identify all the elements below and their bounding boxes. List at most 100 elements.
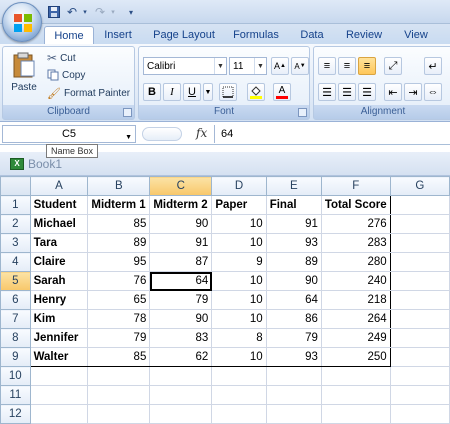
cell-e6[interactable]: 64 bbox=[265, 290, 322, 310]
cell-c5[interactable]: 64 bbox=[149, 271, 213, 291]
tab-page-layout[interactable]: Page Layout bbox=[148, 26, 220, 44]
cell-a7[interactable]: Kim bbox=[29, 309, 89, 329]
borders-icon[interactable] bbox=[219, 83, 237, 101]
cell-g12[interactable] bbox=[389, 404, 450, 424]
tab-home[interactable]: Home bbox=[44, 26, 94, 44]
cell-a1[interactable]: Student bbox=[29, 195, 89, 215]
cell-g4[interactable] bbox=[389, 252, 450, 272]
cell-c7[interactable]: 90 bbox=[149, 309, 213, 329]
font-color-button[interactable]: A bbox=[273, 83, 291, 101]
column-header-e[interactable]: E bbox=[265, 176, 322, 196]
align-bottom-icon[interactable]: ≡ bbox=[358, 57, 376, 75]
row-header[interactable]: 2 bbox=[0, 214, 31, 234]
cell-g1[interactable] bbox=[389, 195, 450, 215]
cell-d9[interactable]: 10 bbox=[211, 347, 267, 367]
cell-c2[interactable]: 90 bbox=[149, 214, 213, 234]
cell-g9[interactable] bbox=[389, 347, 450, 367]
row-header[interactable]: 9 bbox=[0, 347, 31, 367]
cell-b7[interactable]: 78 bbox=[87, 309, 151, 329]
cell-f2[interactable]: 276 bbox=[320, 214, 391, 234]
column-header-d[interactable]: D bbox=[211, 176, 267, 196]
cell-f10[interactable] bbox=[320, 366, 391, 386]
cell-e10[interactable] bbox=[265, 366, 322, 386]
cell-g3[interactable] bbox=[389, 233, 450, 253]
cell-g8[interactable] bbox=[389, 328, 450, 348]
tab-insert[interactable]: Insert bbox=[98, 26, 138, 44]
cell-e9[interactable]: 93 bbox=[265, 347, 322, 367]
italic-button[interactable]: I bbox=[163, 83, 181, 101]
paste-button[interactable]: Paste bbox=[9, 51, 39, 93]
cell-d4[interactable]: 9 bbox=[211, 252, 267, 272]
cell-c4[interactable]: 87 bbox=[149, 252, 213, 272]
cell-b4[interactable]: 95 bbox=[87, 252, 151, 272]
cell-a11[interactable] bbox=[29, 385, 89, 405]
increase-indent-icon[interactable]: ⇥ bbox=[404, 83, 422, 101]
orientation-icon[interactable]: ⤢ bbox=[384, 57, 402, 75]
cell-b6[interactable]: 65 bbox=[87, 290, 151, 310]
cell-f8[interactable]: 249 bbox=[320, 328, 391, 348]
redo-icon[interactable]: ↷ bbox=[92, 4, 108, 20]
cell-a8[interactable]: Jennifer bbox=[29, 328, 89, 348]
chevron-down-icon[interactable]: ▼ bbox=[125, 130, 132, 146]
cell-b3[interactable]: 89 bbox=[87, 233, 151, 253]
row-header[interactable]: 6 bbox=[0, 290, 31, 310]
align-center-icon[interactable]: ☰ bbox=[338, 83, 356, 101]
fill-color-icon[interactable] bbox=[247, 83, 265, 101]
cell-c9[interactable]: 62 bbox=[149, 347, 213, 367]
cell-b11[interactable] bbox=[87, 385, 151, 405]
cell-c12[interactable] bbox=[149, 404, 213, 424]
tab-review[interactable]: Review bbox=[340, 26, 388, 44]
cell-c8[interactable]: 83 bbox=[149, 328, 213, 348]
column-header-g[interactable]: G bbox=[389, 176, 450, 196]
formula-input[interactable]: 64 bbox=[214, 125, 448, 143]
undo-icon[interactable]: ↶ bbox=[64, 4, 80, 20]
cell-a5[interactable]: Sarah bbox=[29, 271, 89, 291]
cell-a4[interactable]: Claire bbox=[29, 252, 89, 272]
cell-f3[interactable]: 283 bbox=[320, 233, 391, 253]
cell-d7[interactable]: 10 bbox=[211, 309, 267, 329]
font-size-combo[interactable]: 11 ▼ bbox=[229, 57, 267, 75]
row-header[interactable]: 10 bbox=[0, 366, 31, 386]
cell-c1[interactable]: Midterm 2 bbox=[149, 195, 213, 215]
cell-b9[interactable]: 85 bbox=[87, 347, 151, 367]
cell-f7[interactable]: 264 bbox=[320, 309, 391, 329]
cell-b5[interactable]: 76 bbox=[87, 271, 151, 291]
cell-e4[interactable]: 89 bbox=[265, 252, 322, 272]
grow-font-button[interactable]: A ▲ bbox=[271, 57, 289, 75]
copy-button[interactable]: Copy bbox=[47, 69, 85, 81]
row-header[interactable]: 5 bbox=[0, 271, 31, 291]
cell-b8[interactable]: 79 bbox=[87, 328, 151, 348]
select-all-corner[interactable] bbox=[0, 176, 31, 196]
cell-d5[interactable]: 10 bbox=[211, 271, 267, 291]
cell-e11[interactable] bbox=[265, 385, 322, 405]
cell-b10[interactable] bbox=[87, 366, 151, 386]
cell-d8[interactable]: 8 bbox=[211, 328, 267, 348]
cell-a12[interactable] bbox=[29, 404, 89, 424]
cell-b12[interactable] bbox=[87, 404, 151, 424]
cell-d11[interactable] bbox=[211, 385, 267, 405]
cell-a2[interactable]: Michael bbox=[29, 214, 89, 234]
cell-e8[interactable]: 79 bbox=[265, 328, 322, 348]
decrease-indent-icon[interactable]: ⇤ bbox=[384, 83, 402, 101]
redo-dropdown-icon[interactable]: ▾ bbox=[108, 4, 118, 20]
cell-g6[interactable] bbox=[389, 290, 450, 310]
cell-f12[interactable] bbox=[320, 404, 391, 424]
cell-e12[interactable] bbox=[265, 404, 322, 424]
cell-a10[interactable] bbox=[29, 366, 89, 386]
format-painter-button[interactable]: 🖌 Format Painter bbox=[47, 87, 130, 100]
row-header[interactable]: 8 bbox=[0, 328, 31, 348]
cell-f4[interactable]: 280 bbox=[320, 252, 391, 272]
column-header-c[interactable]: C bbox=[149, 176, 213, 196]
cell-e7[interactable]: 86 bbox=[265, 309, 322, 329]
cell-d3[interactable]: 10 bbox=[211, 233, 267, 253]
cell-d10[interactable] bbox=[211, 366, 267, 386]
cell-c6[interactable]: 79 bbox=[149, 290, 213, 310]
cell-e3[interactable]: 93 bbox=[265, 233, 322, 253]
cell-b2[interactable]: 85 bbox=[87, 214, 151, 234]
font-launcher-icon[interactable] bbox=[298, 108, 307, 117]
cell-e5[interactable]: 90 bbox=[265, 271, 322, 291]
underline-button[interactable]: U bbox=[183, 83, 201, 101]
cell-f9[interactable]: 250 bbox=[320, 347, 391, 367]
shrink-font-button[interactable]: A ▼ bbox=[291, 57, 309, 75]
cell-d1[interactable]: Paper bbox=[211, 195, 267, 215]
